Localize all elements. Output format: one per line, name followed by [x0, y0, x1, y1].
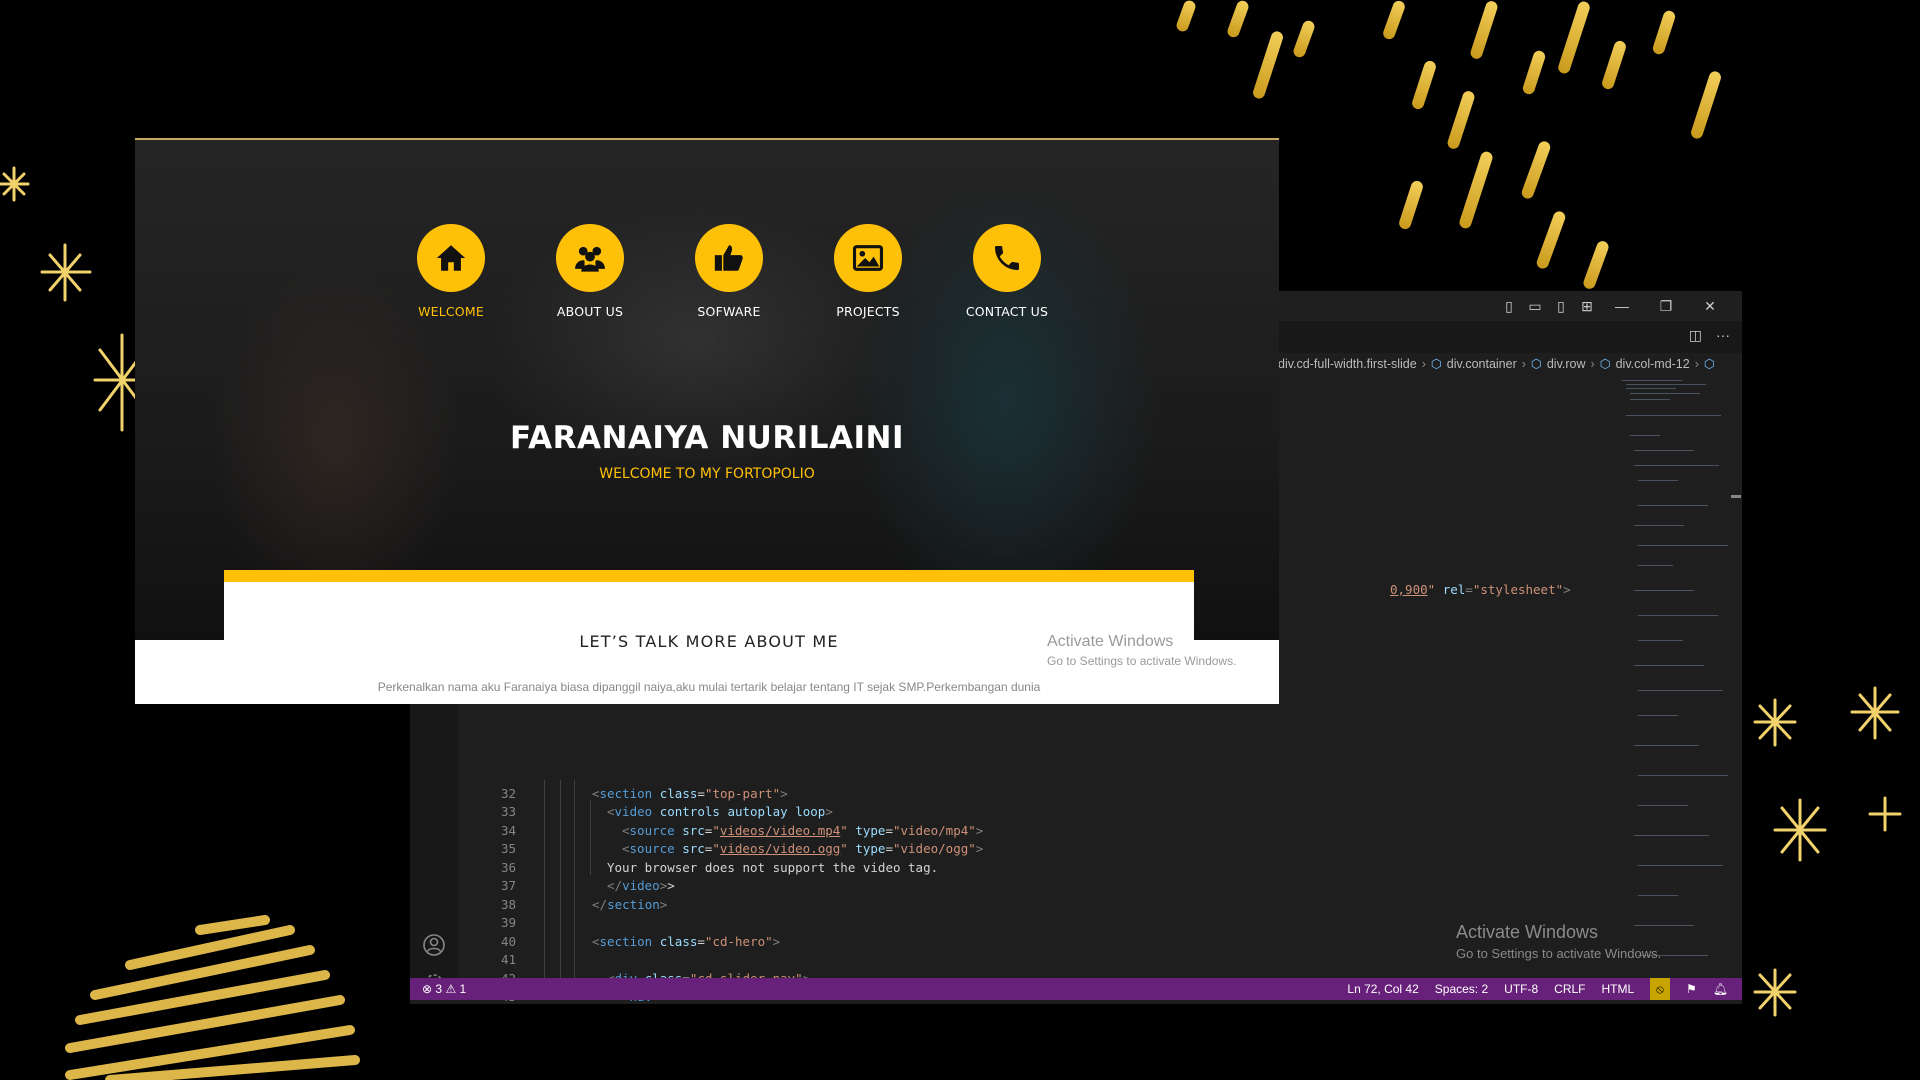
line-number: 32 — [500, 786, 516, 801]
warning-icon: ⚠ — [445, 982, 457, 996]
breadcrumb-item[interactable]: div.row — [1547, 353, 1586, 375]
nav-icon-circle — [973, 224, 1041, 292]
nav-item-software[interactable]: SOFWARE — [669, 224, 789, 319]
code-line: </video>> — [607, 878, 675, 893]
nav-item-welcome[interactable]: WELCOME — [391, 224, 511, 319]
users-icon — [575, 246, 605, 272]
chevron-right-icon: › — [1590, 357, 1595, 371]
about-text: Perkenalkan nama aku Faranaiya biasa dip… — [377, 680, 1041, 694]
code-line: <section class="top-part"> — [592, 786, 788, 801]
line-number: 41 — [500, 952, 516, 967]
activate-windows-subtitle: Go to Settings to activate Windows. — [1456, 946, 1662, 961]
feedback-icon[interactable]: ⚑ — [1686, 978, 1697, 1000]
nav-label: SOFWARE — [697, 304, 761, 319]
notifications-bell-icon[interactable]: 🔔︎ — [1713, 978, 1728, 1000]
activate-windows-watermark: Activate Windows Go to Settings to activ… — [1047, 633, 1236, 668]
line-number: 38 — [500, 897, 516, 912]
more-actions-icon[interactable]: ··· — [1716, 327, 1730, 344]
nav-item-about-us[interactable]: ABOUT US — [530, 224, 650, 319]
phone-icon — [995, 246, 1019, 270]
website-preview: WELCOME ABOUT US SOFWARE PROJECTS CONTAC… — [135, 138, 1279, 704]
line-number: 33 — [500, 804, 516, 819]
nav-icon-circle — [834, 224, 902, 292]
status-bar: ⊗ 3 ⚠ 1 Ln 72, Col 42 Spaces: 2 UTF-8 CR… — [410, 978, 1742, 1000]
code-fragment-value: 0,900 — [1390, 582, 1428, 597]
code-line: 0,900" rel="stylesheet"> — [1390, 582, 1571, 597]
account-icon[interactable] — [422, 933, 446, 957]
image-icon — [852, 245, 884, 271]
code-line: <section class="cd-hero"> — [592, 934, 781, 949]
error-icon: ⊗ — [422, 982, 433, 996]
code-line: Your browser does not support the video … — [607, 860, 939, 875]
close-button[interactable]: ✕ — [1688, 298, 1732, 315]
nav-item-contact-us[interactable]: CONTACT US — [947, 224, 1067, 319]
nav-icon-circle — [695, 224, 763, 292]
home-icon — [436, 245, 466, 271]
nav-icon-circle — [556, 224, 624, 292]
code-fragment-attr: rel — [1442, 582, 1466, 597]
line-number: 36 — [500, 860, 516, 875]
element-icon: ⬡ — [1430, 357, 1442, 371]
code-line: <source src="videos/video.mp4" type="vid… — [622, 823, 984, 838]
toggle-sidebar-icon[interactable]: ▯ — [1496, 298, 1522, 315]
warning-count: 1 — [459, 982, 467, 996]
activate-windows-watermark: Activate Windows Go to Settings to activ… — [1456, 922, 1661, 961]
activate-windows-title: Activate Windows — [1456, 922, 1599, 942]
breadcrumb-item[interactable]: div.container — [1447, 353, 1517, 375]
vertical-scrollbar[interactable] — [1728, 375, 1742, 978]
nav-icon-circle — [417, 224, 485, 292]
code-fragment-attr-value: stylesheet — [1480, 582, 1556, 597]
hero-title: FARANAIYA NURILAINI — [510, 420, 904, 456]
live-server-icon[interactable]: ⦸ — [1650, 978, 1670, 1000]
minimap[interactable] — [1610, 375, 1728, 978]
nav-label: WELCOME — [418, 304, 484, 319]
activate-windows-title: Activate Windows — [1047, 633, 1174, 650]
toggle-secondary-sidebar-icon[interactable]: ▯ — [1548, 298, 1574, 315]
element-icon: ⬡ — [1530, 357, 1542, 371]
line-ending[interactable]: CRLF — [1554, 978, 1585, 1000]
activate-windows-subtitle: Go to Settings to activate Windows. — [1047, 654, 1237, 668]
line-number: 37 — [500, 878, 516, 893]
customize-layout-icon[interactable]: ⊞ — [1574, 298, 1600, 315]
chevron-right-icon: › — [1694, 357, 1699, 371]
cursor-position[interactable]: Ln 72, Col 42 — [1347, 978, 1418, 1000]
encoding[interactable]: UTF-8 — [1504, 978, 1538, 1000]
restore-button[interactable]: ❐ — [1644, 298, 1688, 315]
nav-label: PROJECTS — [836, 304, 900, 319]
code-line: <source src="videos/video.ogg" type="vid… — [622, 841, 984, 856]
nav-item-projects[interactable]: PROJECTS — [808, 224, 928, 319]
thumbs-up-icon — [714, 245, 743, 271]
problems-indicator[interactable]: ⊗ 3 ⚠ 1 — [422, 978, 466, 1000]
nav-label: ABOUT US — [556, 304, 624, 319]
code-line: </section> — [592, 897, 668, 912]
chevron-right-icon: › — [1421, 357, 1426, 371]
hero-section: WELCOME ABOUT US SOFWARE PROJECTS CONTAC… — [135, 140, 1279, 640]
line-number: 40 — [500, 934, 516, 949]
language-mode[interactable]: HTML — [1602, 978, 1635, 1000]
line-number: 35 — [500, 841, 516, 856]
code-line: <video controls autoplay loop> — [607, 804, 833, 819]
line-number: 34 — [500, 823, 516, 838]
toggle-panel-icon[interactable]: ▭ — [1522, 298, 1548, 315]
split-editor-icon[interactable]: ◫ — [1689, 327, 1702, 344]
error-count: 3 — [435, 982, 443, 996]
breadcrumb-item[interactable]: div.cd-full-width.first-slide — [1278, 353, 1417, 375]
minimize-button[interactable]: — — [1600, 298, 1644, 314]
chevron-right-icon: › — [1521, 357, 1526, 371]
breadcrumb-item[interactable]: div.col-md-12 — [1616, 353, 1690, 375]
hero-subtitle: WELCOME TO MY FORTOPOLIO — [599, 466, 815, 482]
nav-label: CONTACT US — [965, 304, 1049, 319]
indentation[interactable]: Spaces: 2 — [1435, 978, 1488, 1000]
slider-nav: WELCOME ABOUT US SOFWARE PROJECTS CONTAC… — [391, 224, 1071, 334]
element-icon: ⬡ — [1703, 357, 1715, 371]
element-icon: ⬡ — [1599, 357, 1611, 371]
line-number: 39 — [500, 915, 516, 930]
